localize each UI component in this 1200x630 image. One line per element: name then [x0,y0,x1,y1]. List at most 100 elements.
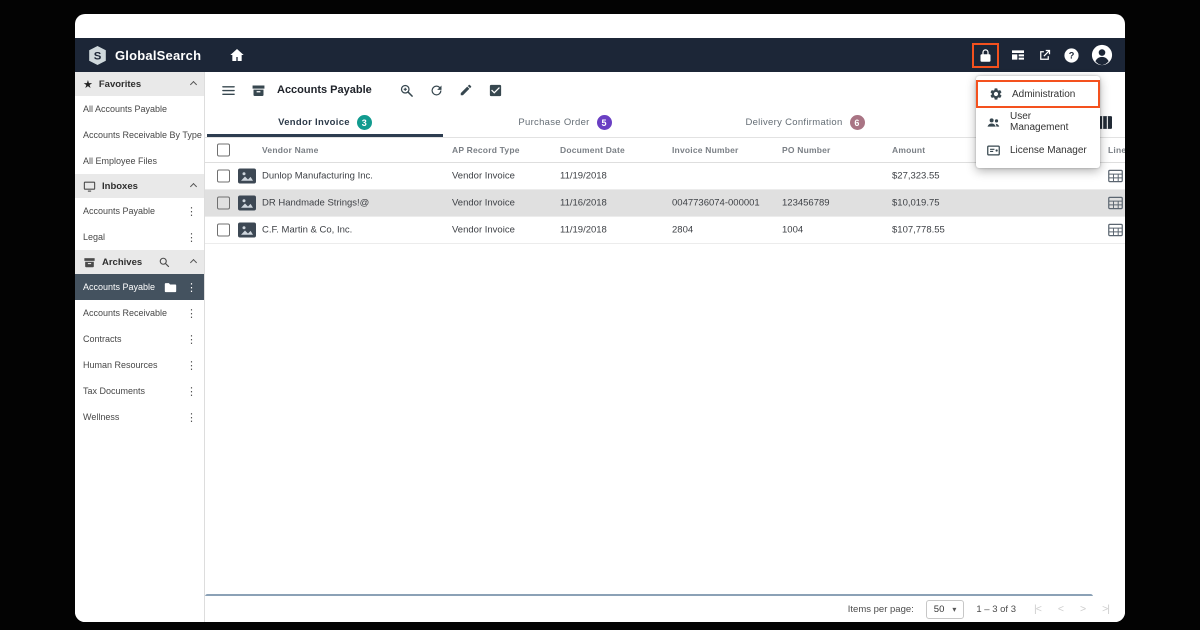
sidebar-item-label: Contracts [83,334,122,344]
folder-icon [164,282,177,293]
section-favorites[interactable]: ★ Favorites [75,72,204,96]
sidebar-archive-accounts-receivable[interactable]: Accounts Receivable ⋮ [75,300,204,326]
kebab-menu-icon[interactable]: ⋮ [186,385,197,398]
card-view-icon[interactable] [1010,47,1026,63]
cell-ap-record-type: Vendor Invoice [452,224,515,236]
paginator: Items per page: 50 ▾ 1 – 3 of 3 |< < > >… [205,596,1125,622]
section-inboxes[interactable]: Inboxes [75,174,204,198]
row-checkbox[interactable] [217,169,230,183]
menu-item-administration[interactable]: Administration [976,80,1100,108]
admin-dropdown-menu: Administration User Management License M… [976,76,1100,168]
chevron-up-icon[interactable] [189,258,198,266]
sidebar-inbox-legal[interactable]: Legal ⋮ [75,224,204,250]
hamburger-menu-icon[interactable] [221,83,236,98]
cell-vendor-name: C.F. Martin & Co, Inc. [262,224,353,236]
previous-page-icon[interactable]: < [1058,603,1064,615]
cell-document-date: 11/19/2018 [560,224,607,236]
last-page-icon[interactable]: >| [1102,603,1110,615]
sidebar-archive-accounts-payable[interactable]: Accounts Payable ⋮ [75,274,204,300]
section-title: Favorites [98,78,142,90]
chevron-up-icon[interactable] [189,182,198,190]
document-thumbnail-icon[interactable] [238,195,256,211]
row-checkbox[interactable] [217,223,230,237]
tab-purchase-order[interactable]: Purchase Order 5 [445,108,685,137]
row-checkbox[interactable] [217,196,230,210]
column-header[interactable]: PO Number [782,145,831,155]
sidebar-archive-human-resources[interactable]: Human Resources ⋮ [75,352,204,378]
sidebar-item-label: Human Resources [83,360,158,370]
sidebar-item-label: All Accounts Payable [83,104,168,114]
search-in-results-icon[interactable] [399,83,414,98]
first-page-icon[interactable]: |< [1034,603,1042,615]
tab-vendor-invoice[interactable]: Vendor Invoice 3 [205,108,445,137]
column-header[interactable]: Amount [892,145,925,155]
kebab-menu-icon[interactable]: ⋮ [186,411,197,424]
tab-count-badge: 3 [356,115,372,130]
home-icon[interactable] [229,47,245,63]
items-per-page-value: 50 [933,603,945,615]
sidebar-archive-wellness[interactable]: Wellness ⋮ [75,404,204,430]
line-items-grid-icon[interactable] [1108,169,1123,183]
desktop-background: { "brand": { "name": "GlobalSearch", "lo… [0,0,1200,630]
kebab-menu-icon[interactable]: ⋮ [186,307,197,320]
edit-pencil-icon[interactable] [459,83,473,97]
kebab-menu-icon[interactable]: ⋮ [186,231,197,244]
kebab-menu-icon[interactable]: ⋮ [186,359,197,372]
sidebar-archive-tax-documents[interactable]: Tax Documents ⋮ [75,378,204,404]
sidebar-item-label: Accounts Receivable [83,308,168,318]
kebab-menu-icon[interactable]: ⋮ [186,281,197,294]
section-title: Archives [102,256,143,268]
document-thumbnail-icon[interactable] [238,168,256,184]
table-row[interactable]: DR Handmade Strings!@ Vendor Invoice 11/… [205,190,1125,217]
kebab-menu-icon[interactable]: ⋮ [186,333,197,346]
table-row[interactable]: C.F. Martin & Co, Inc. Vendor Invoice 11… [205,217,1125,244]
section-archives[interactable]: Archives [75,250,204,274]
column-header[interactable]: Invoice Number [672,145,739,155]
chevron-up-icon[interactable] [189,80,198,88]
tab-label: Vendor Invoice [278,117,350,128]
sidebar-inbox-accounts-payable[interactable]: Accounts Payable ⋮ [75,198,204,224]
select-checkbox-icon[interactable] [488,83,503,98]
cell-amount: $107,778.55 [892,224,945,236]
select-all-checkbox[interactable] [217,143,230,157]
sidebar-item-label: Accounts Receivable By Type [83,130,202,140]
sidebar-item-accounts-receivable-by-type[interactable]: Accounts Receivable By Type [75,122,204,148]
license-card-icon [986,143,1001,158]
document-thumbnail-icon[interactable] [238,222,256,238]
lock-icon[interactable] [978,48,993,63]
column-header[interactable]: AP Record Type [452,145,520,155]
menu-item-license-manager[interactable]: License Manager [976,136,1100,164]
sidebar-item-all-employee-files[interactable]: All Employee Files [75,148,204,174]
menu-item-user-management[interactable]: User Management [976,108,1100,136]
search-icon[interactable] [158,256,170,268]
refresh-icon[interactable] [429,83,444,98]
column-header[interactable]: Vendor Name [262,145,319,155]
items-per-page-select[interactable]: 50 ▾ [925,599,965,619]
archive-icon [251,83,266,98]
column-header[interactable]: Document Date [560,145,625,155]
sidebar-item-label: Accounts Payable [83,282,156,292]
account-avatar-icon[interactable] [1091,44,1113,66]
cell-ap-record-type: Vendor Invoice [452,170,515,182]
launch-icon[interactable] [1037,48,1052,63]
globalsearch-logo-icon: S [87,45,108,66]
cell-amount: $27,323.55 [892,170,940,182]
svg-text:?: ? [1069,50,1075,60]
cell-invoice-number: 0047736074-000001 [672,197,760,209]
cell-po-number: 123456789 [782,197,830,209]
menu-item-label: Administration [1012,88,1076,100]
cell-document-date: 11/19/2018 [560,170,607,182]
help-icon[interactable]: ? [1063,47,1080,64]
next-page-icon[interactable]: > [1080,603,1086,615]
sidebar-archive-contracts[interactable]: Contracts ⋮ [75,326,204,352]
cell-invoice-number: 2804 [672,224,694,236]
column-header[interactable]: Line Item [1108,145,1125,155]
line-items-grid-icon[interactable] [1108,196,1123,210]
brand-name: GlobalSearch [115,47,202,63]
tab-count-badge: 5 [596,115,612,130]
kebab-menu-icon[interactable]: ⋮ [186,205,197,218]
sidebar-item-all-accounts-payable[interactable]: All Accounts Payable [75,96,204,122]
line-items-grid-icon[interactable] [1108,223,1123,237]
sidebar-item-label: Accounts Payable [83,206,156,216]
tab-delivery-confirmation[interactable]: Delivery Confirmation 6 [685,108,925,137]
